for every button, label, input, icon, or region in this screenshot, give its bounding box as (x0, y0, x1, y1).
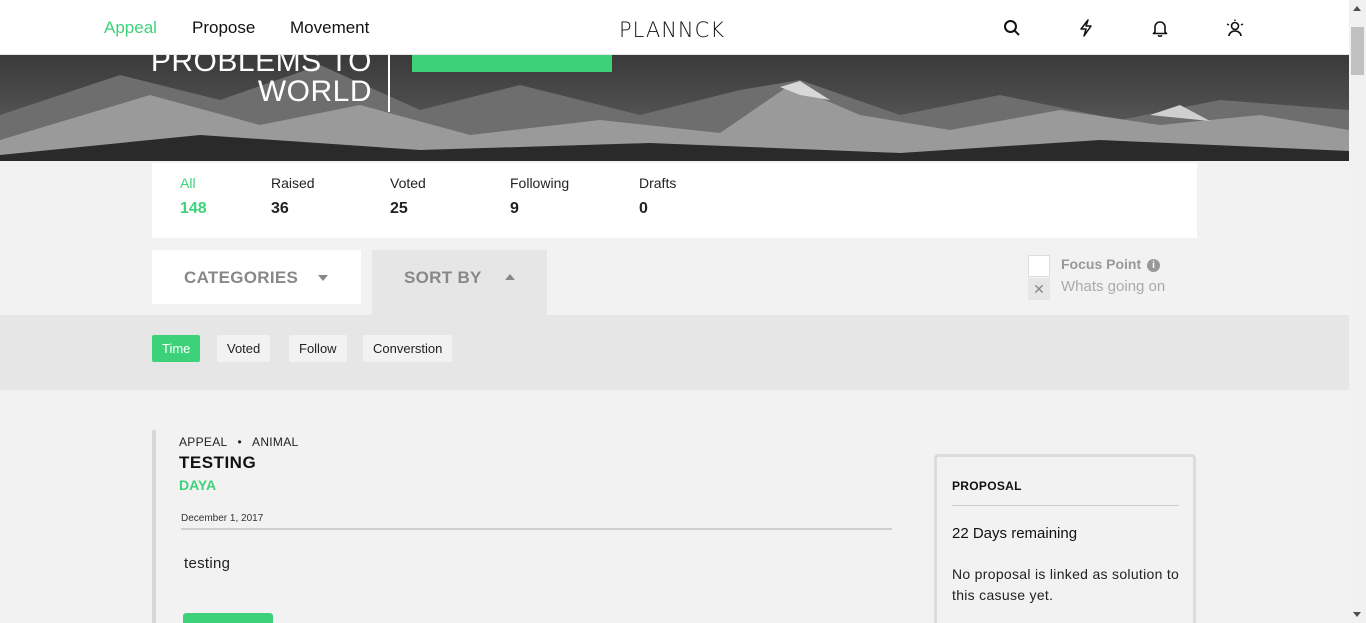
stat-tab-drafts[interactable]: Drafts 0 (639, 175, 676, 218)
post-title[interactable]: TESTING (179, 453, 256, 473)
scrollbar-thumb[interactable] (1351, 27, 1364, 75)
sort-chip-follow[interactable]: Follow (289, 335, 347, 362)
categories-dropdown[interactable]: CATEGORIES (152, 250, 361, 304)
hero-title: PROBLEMS TO WORLD (151, 55, 372, 107)
stat-value: 9 (510, 200, 519, 217)
hero-title-line-2: WORLD (257, 75, 372, 108)
sort-chip-voted[interactable]: Voted (217, 335, 271, 362)
stat-label: Drafts (639, 175, 677, 191)
scroll-down-icon[interactable] (1353, 612, 1361, 617)
search-icon[interactable] (1003, 19, 1021, 37)
stat-label: All (180, 175, 196, 191)
post-type[interactable]: APPEAL (179, 435, 228, 449)
hero-banner: PROBLEMS TO WORLD (0, 55, 1349, 161)
proposal-heading: PROPOSAL (952, 479, 1022, 493)
sort-chip-time[interactable]: Time (152, 335, 201, 362)
nav-movement-link[interactable]: Movement (290, 18, 369, 38)
post-date: December 1, 2017 (181, 513, 264, 524)
bell-icon[interactable] (1151, 19, 1169, 37)
proposal-divider (952, 505, 1179, 506)
post-divider (181, 528, 892, 530)
stat-value: 36 (271, 200, 289, 217)
lightning-icon[interactable] (1077, 19, 1095, 37)
hero-divider (388, 55, 390, 112)
categories-label: CATEGORIES (184, 268, 299, 287)
focus-point-label: Focus Point i (1061, 256, 1161, 272)
nav-appeal-link[interactable]: Appeal (104, 18, 157, 38)
close-icon[interactable]: ✕ (1028, 278, 1050, 300)
stat-value: 0 (639, 200, 648, 217)
stat-value: 25 (390, 200, 408, 217)
sort-by-dropdown[interactable]: SORT BY (372, 250, 547, 315)
hero-cta-button[interactable] (412, 55, 612, 72)
info-icon[interactable]: i (1147, 258, 1161, 272)
post-body: testing (184, 555, 231, 572)
nav-propose-link[interactable]: Propose (192, 18, 255, 38)
post-author[interactable]: DAYA (179, 477, 216, 493)
page-scrollbar[interactable] (1349, 0, 1366, 623)
proposal-panel: PROPOSAL 22 Days remaining No proposal i… (934, 454, 1196, 623)
post-action-button[interactable] (183, 613, 273, 623)
brand-logo[interactable]: PLANNCK (619, 18, 725, 42)
stat-tab-all[interactable]: All 148 (180, 175, 207, 218)
stat-label: Following (510, 175, 570, 191)
stat-label: Voted (390, 175, 426, 191)
user-icon[interactable] (1226, 19, 1244, 37)
scroll-up-icon[interactable] (1353, 6, 1361, 11)
stats-tabs: All 148 Raised 36 Voted 25 Following 9 D… (152, 163, 1197, 238)
stat-tab-raised[interactable]: Raised 36 (271, 175, 315, 218)
hero-title-line-1: PROBLEMS TO (150, 55, 372, 78)
stat-tab-voted[interactable]: Voted 25 (390, 175, 426, 218)
focus-point-checkbox[interactable] (1028, 255, 1050, 277)
sort-by-label: SORT BY (404, 268, 482, 287)
breadcrumb-separator: • (237, 435, 243, 449)
stat-label: Raised (271, 175, 315, 191)
days-remaining: 22 Days remaining (952, 525, 1078, 542)
proposal-message: No proposal is linked as solution to thi… (952, 566, 1180, 603)
stat-value: 148 (180, 200, 207, 217)
sort-options-panel: Time Voted Follow Converstion (0, 315, 1349, 390)
post-category[interactable]: ANIMAL (252, 435, 298, 449)
chevron-down-icon (318, 275, 328, 281)
sort-chip-converstion[interactable]: Converstion (363, 335, 453, 362)
top-navbar: Appeal Propose Movement PLANNCK (0, 0, 1349, 55)
post-breadcrumb: APPEAL • ANIMAL (179, 435, 299, 449)
focus-point-input[interactable]: Whats going on (1061, 278, 1165, 295)
chevron-up-icon (505, 274, 515, 280)
stat-tab-following[interactable]: Following 9 (510, 175, 569, 218)
post-accent-bar (152, 430, 156, 623)
focus-point-text: Focus Point (1061, 256, 1142, 272)
